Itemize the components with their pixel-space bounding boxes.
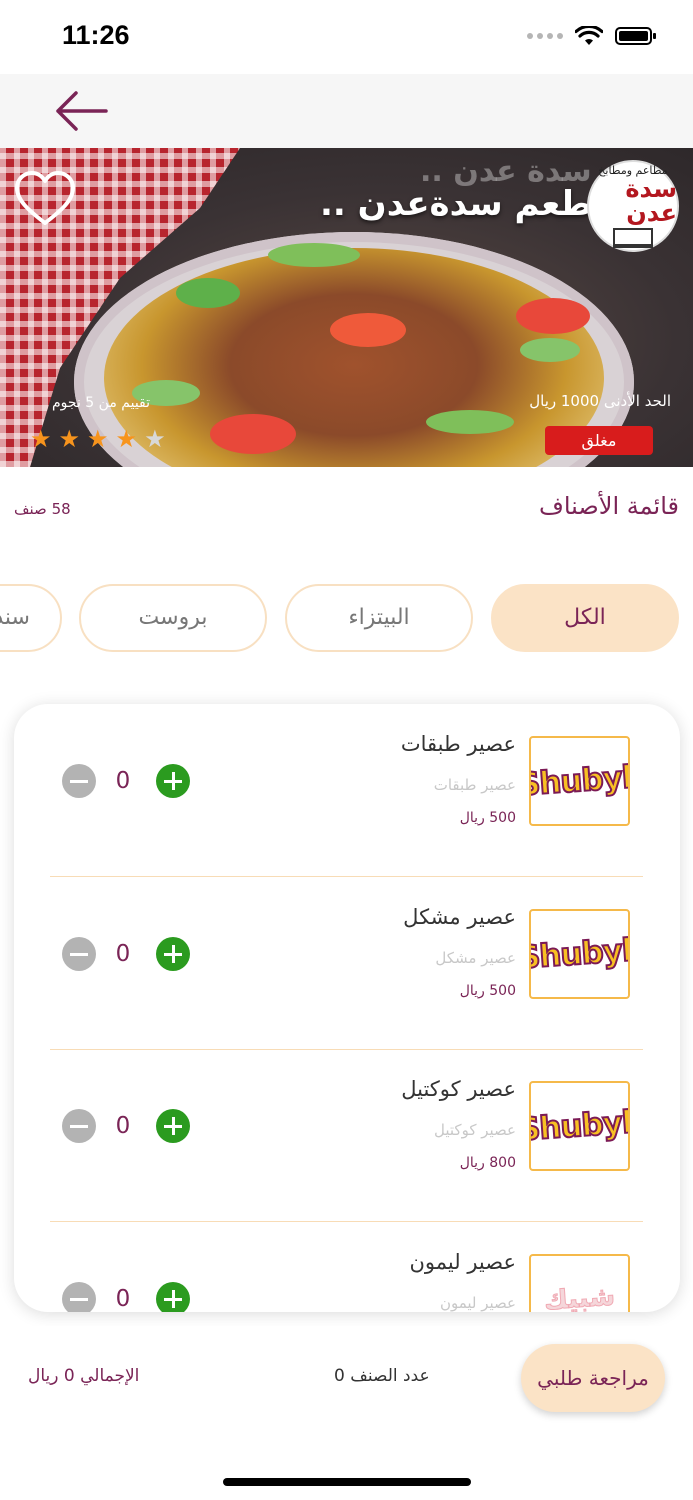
item-description: عصير كوكتيل [434, 1121, 516, 1139]
item-thumbnail: Shubyk [529, 1081, 630, 1171]
tomato-graphic [210, 414, 296, 454]
rating-stars: ★ ★ ★ ★ ★ [30, 427, 166, 451]
item-quantity: 0 [115, 1286, 131, 1312]
star-icon: ★ [144, 425, 166, 453]
chip-all[interactable]: الكل [491, 584, 679, 652]
star-icon: ★ [115, 425, 138, 453]
cucumber-graphic [268, 243, 360, 267]
categories-title: قائمة الأصناف [538, 492, 679, 520]
heart-icon [15, 171, 75, 225]
tomato-graphic [330, 313, 406, 347]
item-quantity: 0 [115, 1113, 131, 1139]
star-icon: ★ [58, 425, 81, 453]
minus-button[interactable] [62, 764, 96, 798]
item-description: عصير طبقات [433, 776, 516, 794]
item-name: عصير مشكل [403, 905, 516, 929]
list-item[interactable]: Shubyk عصير كوكتيل عصير كوكتيل 800 ريال … [14, 1049, 680, 1222]
star-icon: ★ [30, 425, 52, 453]
home-indicator [223, 1478, 471, 1486]
battery-icon [615, 27, 656, 45]
plus-button[interactable] [156, 1109, 190, 1143]
item-price: 500 ريال [459, 983, 516, 999]
chip-broast[interactable]: بروست [79, 584, 267, 652]
categories-count: 58 صنف [14, 500, 71, 518]
nav-bar [0, 74, 693, 148]
products-list: Shubyk عصير طبقات عصير طبقات 500 ريال 0 … [14, 704, 680, 1312]
item-name: عصير طبقات [400, 732, 516, 756]
minus-button[interactable] [62, 1282, 96, 1312]
restaurant-name: مطعم سدةعدن .. [320, 184, 615, 224]
order-total: الإجمالي 0 ريال [28, 1366, 140, 1386]
item-thumbnail: Shubyk [529, 736, 630, 826]
min-order: الحد الأدنى 1000 ريال [529, 392, 671, 410]
back-button[interactable] [50, 88, 112, 134]
category-chips: الكل البيتزاء بروست سندوتشات [0, 584, 693, 654]
list-item[interactable]: شبيك عصير ليمون عصير ليمون 0 [14, 1222, 680, 1312]
list-item[interactable]: Shubyk عصير مشكل عصير مشكل 500 ريال 0 [14, 877, 680, 1050]
tomato-graphic [516, 298, 590, 334]
logo-emblem [613, 228, 653, 248]
lettuce-graphic [176, 278, 240, 308]
status-bar: 11:26 [0, 0, 693, 74]
item-name: عصير كوكتيل [401, 1077, 516, 1101]
plus-button[interactable] [156, 1282, 190, 1312]
restaurant-logo: مطاعم ومطابخ سدة عدن [587, 160, 679, 252]
minus-button[interactable] [62, 937, 96, 971]
item-quantity: 0 [115, 768, 131, 794]
favorite-button[interactable] [14, 170, 76, 228]
restaurant-banner: سدة عدن .. مطعم سدةعدن .. مطاعم ومطابخ س… [0, 148, 693, 467]
plus-button[interactable] [156, 937, 190, 971]
rating-label: تقييم من 5 نجوم [52, 395, 151, 411]
chip-pizza[interactable]: البيتزاء [285, 584, 473, 652]
item-count: عدد الصنف 0 [334, 1366, 430, 1386]
signal-icon [527, 33, 563, 39]
item-thumbnail: Shubyk [529, 909, 630, 999]
order-footer: مراجعة طلبي عدد الصنف 0 الإجمالي 0 ريال [0, 1326, 693, 1500]
plus-button[interactable] [156, 764, 190, 798]
list-item[interactable]: Shubyk عصير طبقات عصير طبقات 500 ريال 0 [14, 704, 680, 877]
cucumber-graphic [426, 410, 514, 434]
wifi-icon [575, 26, 603, 45]
status-icons [527, 26, 657, 46]
arrow-left-icon [56, 91, 108, 131]
status-badge: مغلق [545, 426, 653, 455]
item-quantity: 0 [115, 941, 131, 967]
item-thumbnail: شبيك [529, 1254, 630, 1312]
minus-button[interactable] [62, 1109, 96, 1143]
item-price: 800 ريال [459, 1155, 516, 1171]
status-time: 11:26 [62, 20, 130, 50]
logo-name: سدة عدن [625, 175, 677, 227]
chip-sandwiches[interactable]: سندوتشات [0, 584, 62, 652]
review-order-button[interactable]: مراجعة طلبي [521, 1344, 665, 1412]
item-description: عصير ليمون [439, 1294, 516, 1312]
item-name: عصير ليمون [409, 1250, 517, 1274]
star-icon: ★ [87, 425, 109, 453]
cucumber-graphic [520, 338, 580, 362]
item-description: عصير مشكل [435, 949, 516, 967]
item-price: 500 ريال [459, 810, 516, 826]
